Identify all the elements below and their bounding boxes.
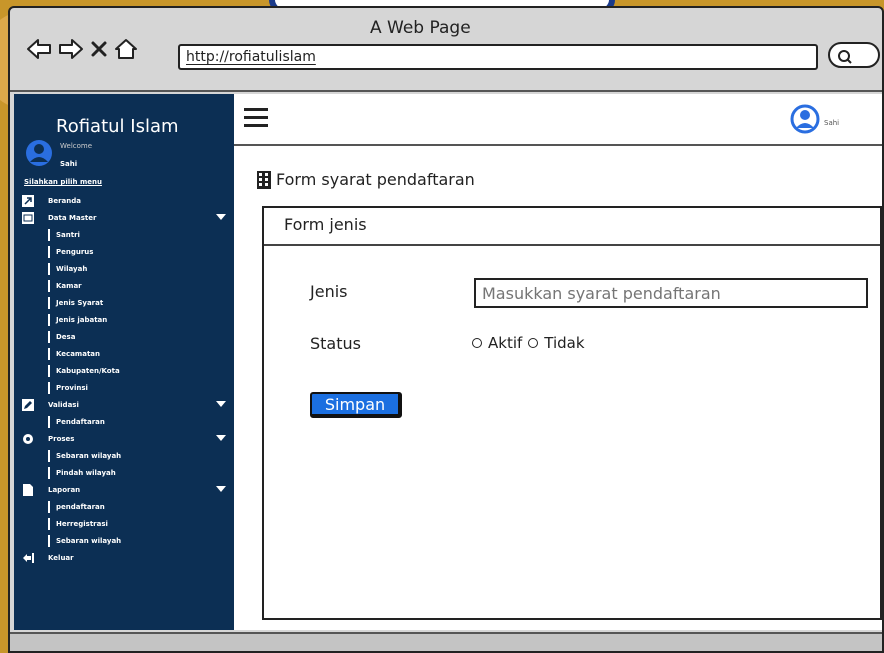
sidebar-item-herregistrasi[interactable]: Herregistrasi <box>22 515 230 532</box>
sidebar-item-label: Provinsi <box>56 383 88 392</box>
form-panel-title: Form jenis <box>264 208 880 246</box>
save-button[interactable]: Simpan <box>310 392 402 418</box>
status-option-label: Tidak <box>544 334 585 352</box>
gear-icon <box>23 433 33 444</box>
chevron-down-icon[interactable] <box>216 401 226 407</box>
sidebar-item-label: Pengurus <box>56 247 94 256</box>
sidebar-item-label: Kamar <box>56 281 82 290</box>
sidebar-hint: Silahkan pilih menu <box>24 178 102 186</box>
sidebar-item-keluar[interactable]: Keluar <box>22 549 230 566</box>
url-input[interactable]: http://rofiatulislam <box>178 44 818 70</box>
sidebar-item-kecamatan[interactable]: Kecamatan <box>22 345 230 362</box>
status-bar <box>10 632 882 651</box>
folder-icon <box>22 211 34 224</box>
jenis-input[interactable] <box>474 278 868 308</box>
browser-window: A Web Page http://rofiatulislam Rofiatul… <box>8 6 884 653</box>
search-icon <box>838 50 852 64</box>
sidebar-item-label: Beranda <box>48 196 81 205</box>
sidebar-welcome: Welcome <box>60 142 93 150</box>
back-arrow-icon[interactable] <box>26 38 52 60</box>
jenis-label: Jenis <box>310 282 348 301</box>
sidebar-item-label: Herregistrasi <box>56 519 108 528</box>
sidebar-item-provinsi[interactable]: Provinsi <box>22 379 230 396</box>
sidebar-item-label: Proses <box>48 434 75 443</box>
browser-search-button[interactable] <box>828 42 880 68</box>
sidebar-item-label: Wilayah <box>56 264 88 273</box>
sidebar-item-pengurus[interactable]: Pengurus <box>22 243 230 260</box>
sidebar-item-pendaftaran[interactable]: Pendaftaran <box>22 413 230 430</box>
sidebar-menu: Beranda Data Master Santri Pengurus Wila… <box>22 192 230 566</box>
logout-icon <box>23 552 34 563</box>
sidebar-item-kabupaten-kota[interactable]: Kabupaten/Kota <box>22 362 230 379</box>
user-avatar-icon <box>26 140 52 166</box>
external-link-icon <box>22 194 34 207</box>
sidebar-item-label: Pindah wilayah <box>56 468 116 477</box>
chevron-down-icon[interactable] <box>216 486 226 492</box>
sidebar-item-label: Kecamatan <box>56 349 100 358</box>
sidebar-item-jenis-jabatan[interactable]: Jenis jabatan <box>22 311 230 328</box>
status-radio-tidak[interactable] <box>528 338 539 348</box>
sidebar-username: Sahi <box>60 160 78 168</box>
document-icon <box>23 483 33 496</box>
sidebar-item-label: Sebaran wilayah <box>56 451 122 460</box>
sidebar-item-wilayah[interactable]: Wilayah <box>22 260 230 277</box>
chevron-down-icon[interactable] <box>216 214 226 220</box>
sidebar-item-label: Kabupaten/Kota <box>56 366 120 375</box>
header-username[interactable]: Sahi <box>824 119 839 127</box>
sidebar-item-desa[interactable]: Desa <box>22 328 230 345</box>
status-radio-aktif[interactable] <box>472 338 482 348</box>
sidebar-item-validasi[interactable]: Validasi <box>22 396 230 413</box>
sidebar: Rofiatul Islam Welcome Sahi Silahkan pil… <box>14 94 234 630</box>
status-radio-group: Aktif Tidak <box>472 334 585 352</box>
edit-icon <box>22 398 34 411</box>
sidebar-item-laporan-sebaran-wilayah[interactable]: Sebaran wilayah <box>22 532 230 549</box>
sidebar-item-label: Jenis jabatan <box>56 315 108 324</box>
sidebar-item-label: Keluar <box>48 553 74 562</box>
sidebar-item-santri[interactable]: Santri <box>22 226 230 243</box>
top-navbar: Sahi <box>234 94 882 146</box>
sidebar-item-label: Laporan <box>48 485 81 494</box>
main-content: Sahi Form syarat pendaftaran Form jenis … <box>234 94 882 630</box>
page-title: Form syarat pendaftaran <box>256 170 475 189</box>
sidebar-brand: Rofiatul Islam <box>56 116 179 137</box>
sidebar-item-pindah-wilayah[interactable]: Pindah wilayah <box>22 464 230 481</box>
forward-arrow-icon[interactable] <box>58 38 84 60</box>
form-panel: Form jenis Jenis Status Aktif Tidak Simp… <box>262 206 882 620</box>
status-option-label: Aktif <box>488 334 523 352</box>
sidebar-item-laporan[interactable]: Laporan <box>22 481 230 498</box>
sidebar-item-label: Pendaftaran <box>56 417 105 426</box>
close-icon[interactable] <box>90 40 108 58</box>
hamburger-menu-icon[interactable] <box>244 108 268 132</box>
sidebar-item-kamar[interactable]: Kamar <box>22 277 230 294</box>
user-avatar-icon[interactable] <box>790 104 820 134</box>
sidebar-item-label: Santri <box>56 230 80 239</box>
building-icon <box>257 170 271 189</box>
toolbar-divider <box>10 90 882 92</box>
sidebar-item-label: Sebaran wilayah <box>56 536 122 545</box>
sidebar-item-label: Validasi <box>48 400 79 409</box>
sidebar-item-sebaran-wilayah[interactable]: Sebaran wilayah <box>22 447 230 464</box>
sidebar-item-label: Data Master <box>48 213 97 222</box>
sidebar-item-beranda[interactable]: Beranda <box>22 192 230 209</box>
sidebar-item-data-master[interactable]: Data Master <box>22 209 230 226</box>
sidebar-item-laporan-pendaftaran[interactable]: pendaftaran <box>22 498 230 515</box>
home-icon[interactable] <box>114 38 138 60</box>
page-title-text: Form syarat pendaftaran <box>276 170 475 189</box>
sidebar-item-label: Desa <box>56 332 76 341</box>
sidebar-item-label: pendaftaran <box>56 502 105 511</box>
sidebar-item-proses[interactable]: Proses <box>22 430 230 447</box>
status-label: Status <box>310 334 361 353</box>
sidebar-item-jenis-syarat[interactable]: Jenis Syarat <box>22 294 230 311</box>
chevron-down-icon[interactable] <box>216 435 226 441</box>
browser-nav-buttons <box>26 38 138 60</box>
window-title: A Web Page <box>370 18 471 38</box>
sidebar-item-label: Jenis Syarat <box>56 298 104 307</box>
